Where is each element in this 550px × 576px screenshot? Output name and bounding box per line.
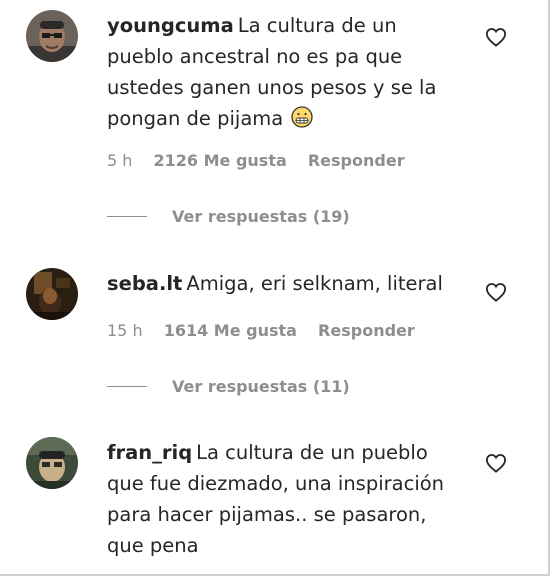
avatar[interactable] [26,10,78,62]
view-replies-label: Ver respuestas (19) [172,206,350,226]
view-replies-button[interactable]: Ver respuestas (19) [107,206,350,226]
divider [107,385,147,387]
comment-meta: 5 h 2126 Me gusta Responder [107,151,421,170]
heart-outline-icon[interactable] [485,282,507,302]
comment-text: youngcuma La cultura de un pueblo ancestr… [107,10,452,137]
avatar[interactable] [26,268,78,320]
avatar[interactable] [26,437,78,489]
comment-username[interactable]: youngcuma [107,14,234,37]
comment-likes[interactable]: 2126 Me gusta [154,151,287,170]
comment-time: 5 h [107,151,133,170]
reply-button[interactable]: Responder [308,151,405,170]
comment-content: Amiga, eri selknam, literal [186,272,443,295]
comment-body: youngcuma La cultura de un pueblo ancestr… [107,10,452,137]
heart-outline-icon[interactable] [485,27,507,47]
divider [107,215,147,217]
view-replies-label: Ver respuestas (11) [172,376,350,396]
view-replies-button[interactable]: Ver respuestas (11) [107,376,350,396]
grimacing-face-emoji [291,106,314,137]
comment-likes[interactable]: 1614 Me gusta [164,321,297,340]
comment-text: fran_riq La cultura de un pueblo que fue … [107,437,452,561]
comment-body: fran_riq La cultura de un pueblo que fue … [107,437,452,561]
comment-username[interactable]: seba.lt [107,272,182,295]
heart-outline-icon[interactable] [485,453,507,473]
comment-time: 15 h [107,321,143,340]
comment-text: seba.lt Amiga, eri selknam, literal [107,268,452,299]
comment-username[interactable]: fran_riq [107,441,192,464]
comment-meta: 15 h 1614 Me gusta Responder [107,321,431,340]
reply-button[interactable]: Responder [318,321,415,340]
comment-body: seba.lt Amiga, eri selknam, literal [107,268,452,299]
